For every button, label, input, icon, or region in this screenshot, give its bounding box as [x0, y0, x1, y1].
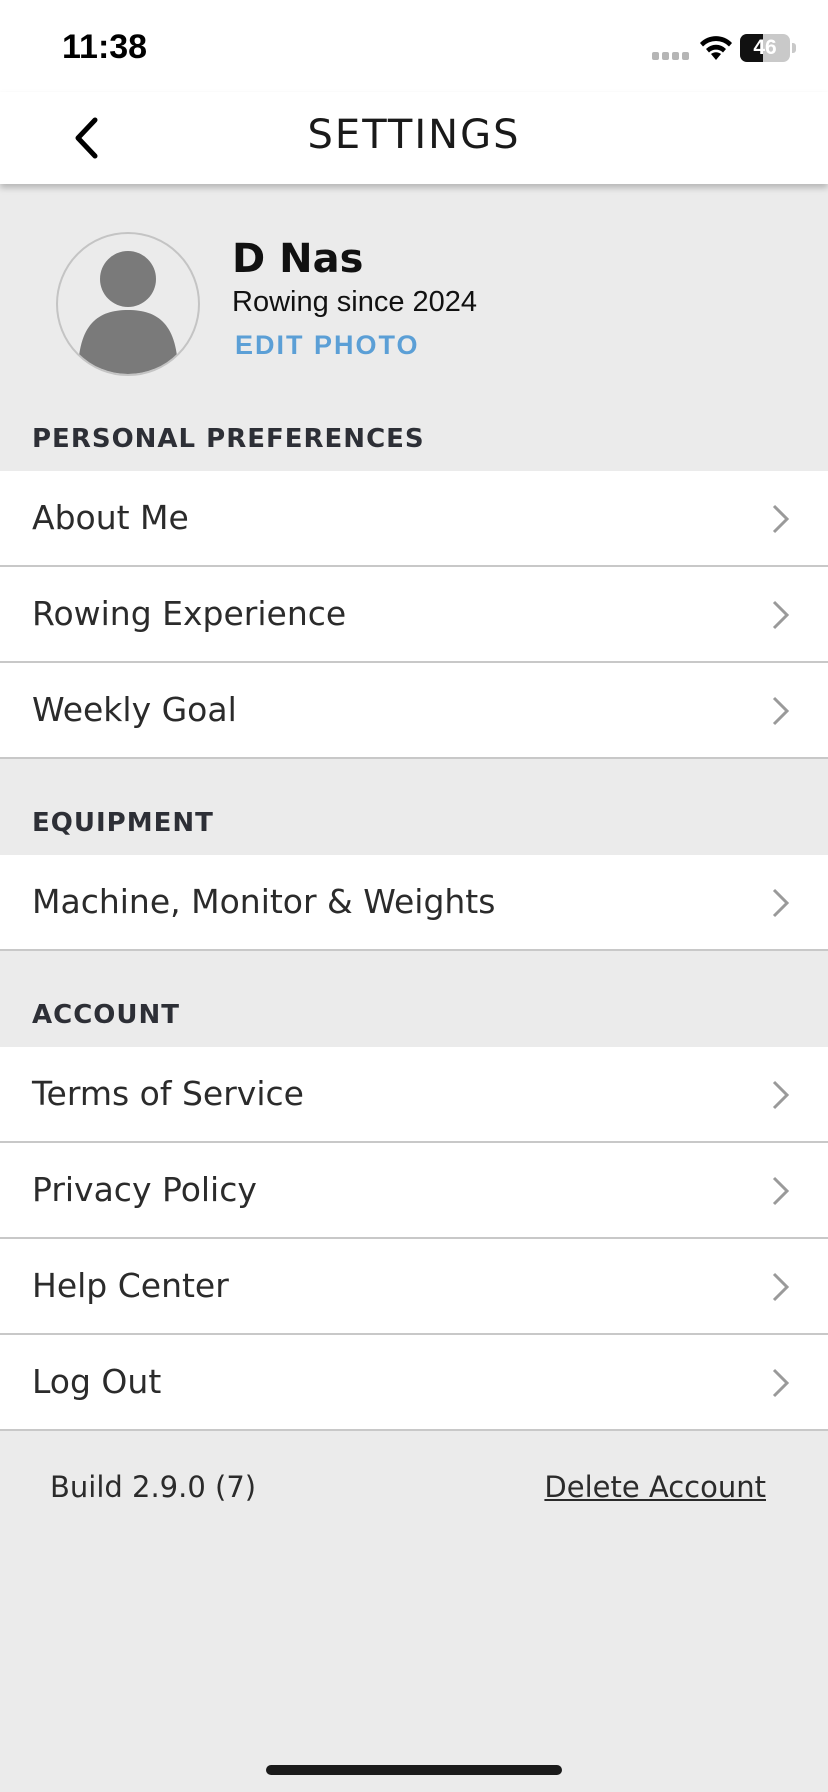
battery-level: 46: [753, 36, 777, 59]
chevron-right-icon: [772, 600, 790, 630]
chevron-right-icon: [772, 1080, 790, 1110]
settings-row-weekly-goal[interactable]: Weekly Goal: [0, 663, 828, 759]
settings-row-log-out[interactable]: Log Out: [0, 1335, 828, 1431]
settings-row-about-me[interactable]: About Me: [0, 471, 828, 567]
nav-bar: SETTINGS: [0, 92, 828, 184]
equipment-group: Machine, Monitor & Weights: [0, 855, 828, 951]
person-silhouette-icon: [78, 251, 178, 374]
row-label: Rowing Experience: [32, 594, 347, 633]
status-time: 11:38: [62, 28, 148, 66]
chevron-right-icon: [772, 696, 790, 726]
section-header-equipment: EQUIPMENT: [32, 808, 214, 838]
wifi-icon: [700, 36, 732, 60]
profile-name: D Nas: [232, 236, 364, 282]
settings-row-terms-of-service[interactable]: Terms of Service: [0, 1047, 828, 1143]
profile-subtitle: Rowing since 2024: [232, 286, 478, 318]
row-label: Log Out: [32, 1362, 162, 1401]
build-version: Build 2.9.0 (7): [50, 1470, 257, 1504]
settings-row-privacy-policy[interactable]: Privacy Policy: [0, 1143, 828, 1239]
chevron-right-icon: [772, 1176, 790, 1206]
signal-icon: [652, 52, 690, 60]
settings-row-machine-monitor-weights[interactable]: Machine, Monitor & Weights: [0, 855, 828, 951]
row-label: Terms of Service: [32, 1074, 304, 1113]
chevron-right-icon: [772, 888, 790, 918]
chevron-right-icon: [772, 1272, 790, 1302]
chevron-right-icon: [772, 504, 790, 534]
settings-row-help-center[interactable]: Help Center: [0, 1239, 828, 1335]
account-group: Terms of Service Privacy Policy Help Cen…: [0, 1047, 828, 1431]
row-label: Privacy Policy: [32, 1170, 257, 1209]
edit-photo-button[interactable]: EDIT PHOTO: [235, 330, 420, 361]
settings-row-rowing-experience[interactable]: Rowing Experience: [0, 567, 828, 663]
battery-icon: 46: [740, 34, 796, 62]
row-label: Machine, Monitor & Weights: [32, 882, 496, 921]
row-label: Help Center: [32, 1266, 229, 1305]
avatar[interactable]: [56, 232, 200, 376]
home-indicator: [266, 1765, 562, 1775]
profile-header: D Nas Rowing since 2024 EDIT PHOTO: [0, 184, 828, 404]
page-title: SETTINGS: [307, 112, 521, 158]
row-label: Weekly Goal: [32, 690, 237, 729]
status-bar: 11:38 46: [0, 0, 828, 92]
section-header-account: ACCOUNT: [32, 1000, 180, 1030]
personal-preferences-group: About Me Rowing Experience Weekly Goal: [0, 471, 828, 759]
delete-account-link[interactable]: Delete Account: [544, 1470, 766, 1504]
row-label: About Me: [32, 498, 189, 537]
chevron-right-icon: [772, 1368, 790, 1398]
section-header-personal-preferences: PERSONAL PREFERENCES: [32, 424, 425, 454]
